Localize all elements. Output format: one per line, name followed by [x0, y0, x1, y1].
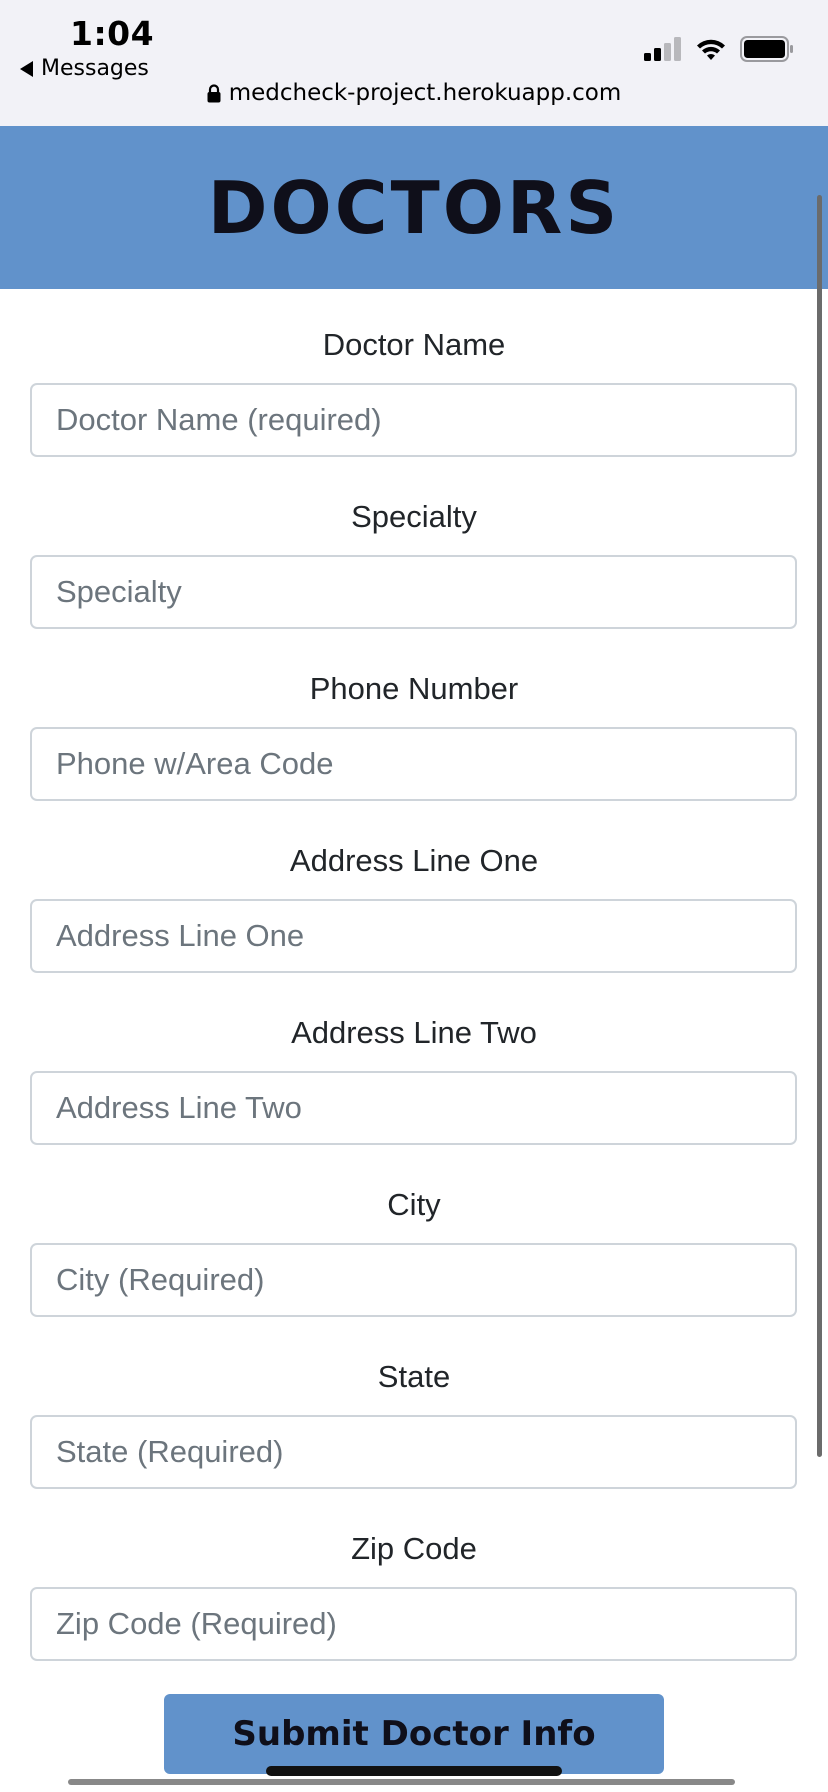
address-line-one-input[interactable]: [30, 899, 797, 973]
battery-icon: [740, 36, 793, 62]
state-label: State: [377, 1359, 451, 1394]
zip-code-label: Zip Code: [351, 1531, 477, 1566]
home-indicator[interactable]: [266, 1766, 562, 1776]
city-input[interactable]: [30, 1243, 797, 1317]
phone-number-input[interactable]: [30, 727, 797, 801]
page-title: DOCTORS: [207, 165, 621, 250]
doctor-name-label: Doctor Name: [322, 327, 506, 362]
browser-top-bar: 1:04 Messages medcheck-project.herokuapp…: [0, 0, 828, 126]
address-line-two-label: Address Line Two: [291, 1015, 537, 1050]
cellular-signal-icon: [644, 37, 681, 61]
submit-doctor-info-button[interactable]: Submit Doctor Info: [164, 1694, 664, 1774]
status-icons: [644, 36, 794, 62]
scrollbar[interactable]: [817, 195, 822, 1457]
wifi-icon: [697, 39, 725, 60]
specialty-input[interactable]: [30, 555, 797, 629]
city-label: City: [387, 1187, 441, 1222]
lock-icon: [207, 83, 221, 102]
address-line-one-label: Address Line One: [289, 843, 539, 878]
address-line-two-input[interactable]: [30, 1071, 797, 1145]
state-input[interactable]: [30, 1415, 797, 1489]
bottom-scroll-indicator: [68, 1779, 735, 1785]
doctor-name-input[interactable]: [30, 383, 797, 457]
url-text: medcheck-project.herokuapp.com: [228, 80, 622, 106]
page-header: DOCTORS: [0, 126, 828, 289]
status-time: 1:04: [70, 14, 155, 53]
back-link-label: Messages: [41, 56, 149, 81]
back-arrow-icon: [20, 60, 33, 77]
phone-number-label: Phone Number: [309, 671, 519, 706]
zip-code-input[interactable]: [30, 1587, 797, 1661]
back-to-messages-link[interactable]: Messages: [20, 56, 149, 81]
url-bar[interactable]: medcheck-project.herokuapp.com: [0, 80, 828, 106]
specialty-label: Specialty: [351, 499, 477, 534]
page: 1:04 Messages medcheck-project.herokuapp…: [0, 0, 828, 1792]
